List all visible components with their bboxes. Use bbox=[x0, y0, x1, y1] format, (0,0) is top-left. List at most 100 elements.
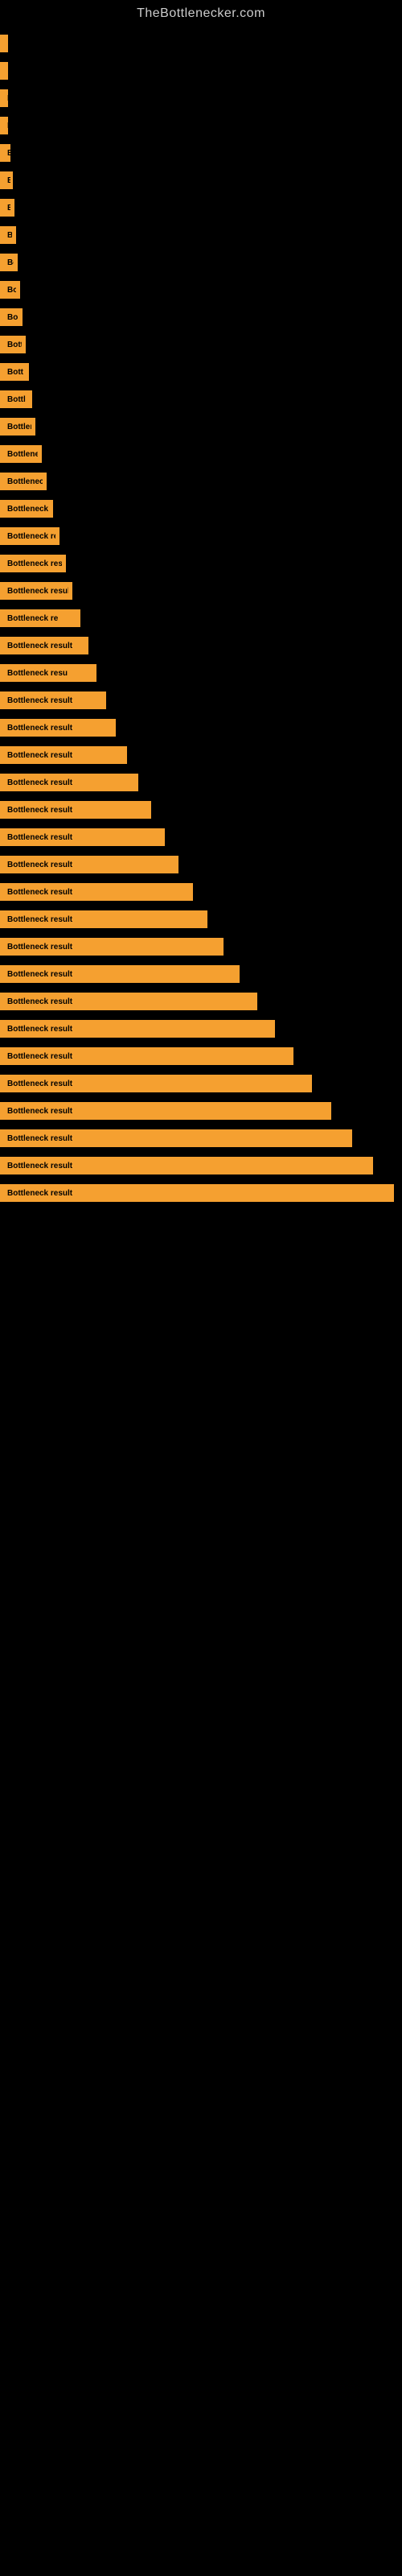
bar-text: Bottleneck result bbox=[4, 587, 68, 596]
bar-8: Bo bbox=[0, 254, 18, 271]
bar-text: Bottleneck resu bbox=[4, 505, 49, 514]
bar-row: Bottleneck result bbox=[0, 689, 402, 712]
bar-42: Bottleneck result bbox=[0, 1184, 394, 1202]
bar-text: E bbox=[4, 149, 10, 158]
bar-26: Bottleneck result bbox=[0, 746, 127, 764]
site-title: TheBottlenecker.com bbox=[0, 0, 402, 24]
bar-row: Bott bbox=[0, 361, 402, 383]
bar-1 bbox=[0, 62, 8, 80]
bar-12: Bott bbox=[0, 363, 29, 381]
bar-text: Bottlenec bbox=[4, 423, 31, 431]
bar-row: Bottleneck result bbox=[0, 525, 402, 547]
bar-text: Bottleneck result bbox=[4, 915, 76, 924]
bar-13: Bottl bbox=[0, 390, 32, 408]
bar-32: Bottleneck result bbox=[0, 910, 207, 928]
bar-text: Bo bbox=[4, 204, 10, 213]
bar-20: Bottleneck result bbox=[0, 582, 72, 600]
bar-40: Bottleneck result bbox=[0, 1129, 352, 1147]
bar-row: Bo bbox=[0, 169, 402, 192]
bar-text: Bottleneck result bbox=[4, 696, 76, 705]
bar-text: Bottleneck result bbox=[4, 1189, 76, 1198]
bar-9: Bo bbox=[0, 281, 20, 299]
bar-3: E bbox=[0, 117, 8, 134]
bar-17: Bottleneck resu bbox=[0, 500, 53, 518]
bar-text: Bottl bbox=[4, 395, 28, 404]
bar-0 bbox=[0, 35, 8, 52]
bar-row: Bottleneck result bbox=[0, 580, 402, 602]
bar-text: Bottleneck result bbox=[4, 532, 55, 541]
bar-row: Bo bbox=[0, 279, 402, 301]
bar-row: Bottleneck result bbox=[0, 853, 402, 876]
bar-row: Bottleneck result bbox=[0, 771, 402, 794]
bar-row: E bbox=[0, 114, 402, 137]
bar-36: Bottleneck result bbox=[0, 1020, 275, 1038]
bar-text: Bottleneck result bbox=[4, 1052, 76, 1061]
bar-4: E bbox=[0, 144, 10, 162]
bar-text: Bottl bbox=[4, 341, 22, 349]
bar-row: Bottleneck bbox=[0, 470, 402, 493]
bar-22: Bottleneck result bbox=[0, 637, 88, 654]
bar-row: Bottleneck res bbox=[0, 443, 402, 465]
bar-text: Bo bbox=[4, 286, 16, 295]
bar-5: Bo bbox=[0, 171, 13, 189]
bar-row: Bottleneck result bbox=[0, 881, 402, 903]
bar-row: Bottleneck result bbox=[0, 1154, 402, 1177]
bar-text: Bottleneck result bbox=[4, 1025, 76, 1034]
bar-row: Bottleneck result bbox=[0, 744, 402, 766]
bar-row: Bottleneck resu bbox=[0, 497, 402, 520]
bar-text: Bo bbox=[4, 176, 10, 185]
bar-text: B bbox=[4, 231, 12, 240]
bar-row: Bottleneck result bbox=[0, 1018, 402, 1040]
bar-row: Bottlenec bbox=[0, 415, 402, 438]
bar-row: Bottleneck result bbox=[0, 1127, 402, 1150]
bar-row: Bo bbox=[0, 196, 402, 219]
bar-text: Bottleneck result bbox=[4, 1134, 76, 1143]
bar-38: Bottleneck result bbox=[0, 1075, 312, 1092]
bar-row: Bottleneck result bbox=[0, 1072, 402, 1095]
bar-text: Bottleneck result bbox=[4, 997, 76, 1006]
bar-row: Bottleneck result bbox=[0, 963, 402, 985]
bar-27: Bottleneck result bbox=[0, 774, 138, 791]
bar-row: Bottleneck result bbox=[0, 935, 402, 958]
bar-10: Bo bbox=[0, 308, 23, 326]
bar-row bbox=[0, 60, 402, 82]
bar-34: Bottleneck result bbox=[0, 965, 240, 983]
bar-text: Bottleneck result bbox=[4, 778, 76, 787]
bar-text: Bottleneck result bbox=[4, 1107, 76, 1116]
bar-row: Bottleneck result bbox=[0, 1100, 402, 1122]
bar-21: Bottleneck re bbox=[0, 609, 80, 627]
bar-text: Bottleneck result bbox=[4, 970, 76, 979]
bar-text: Bottleneck res bbox=[4, 450, 38, 459]
bar-text: Bottleneck result bbox=[4, 943, 76, 952]
bar-row: Bottleneck result bbox=[0, 1182, 402, 1204]
bar-row: Bottleneck result bbox=[0, 716, 402, 739]
bar-24: Bottleneck result bbox=[0, 691, 106, 709]
bar-row: Bottleneck re bbox=[0, 607, 402, 630]
bar-row: E bbox=[0, 142, 402, 164]
bar-41: Bottleneck result bbox=[0, 1157, 373, 1174]
bar-text: Bottleneck resu bbox=[4, 559, 62, 568]
bar-text: Bottleneck re bbox=[4, 614, 61, 623]
bar-row: Bottl bbox=[0, 388, 402, 411]
bar-25: Bottleneck result bbox=[0, 719, 116, 737]
bar-text: Bo bbox=[4, 313, 18, 322]
bar-text: Bottleneck result bbox=[4, 806, 76, 815]
bar-text: Bottleneck result bbox=[4, 1080, 76, 1088]
bar-text: Bottleneck result bbox=[4, 751, 76, 760]
bar-row: Bottleneck result bbox=[0, 826, 402, 848]
bar-row bbox=[0, 32, 402, 55]
bar-row: Bottleneck resu bbox=[0, 662, 402, 684]
bar-39: Bottleneck result bbox=[0, 1102, 331, 1120]
bar-7: B bbox=[0, 226, 16, 244]
bar-15: Bottleneck res bbox=[0, 445, 42, 463]
bar-row: Bottleneck result bbox=[0, 990, 402, 1013]
bar-2: E bbox=[0, 89, 8, 107]
bars-container: EEEBoBoBBoBoBoBottlBottBottlBottlenecBot… bbox=[0, 24, 402, 1204]
bar-35: Bottleneck result bbox=[0, 993, 257, 1010]
bar-text: Bottleneck result bbox=[4, 861, 76, 869]
bar-33: Bottleneck result bbox=[0, 938, 224, 956]
bar-29: Bottleneck result bbox=[0, 828, 165, 846]
bar-11: Bottl bbox=[0, 336, 26, 353]
bar-row: Bottleneck result bbox=[0, 908, 402, 931]
bar-row: Bo bbox=[0, 306, 402, 328]
